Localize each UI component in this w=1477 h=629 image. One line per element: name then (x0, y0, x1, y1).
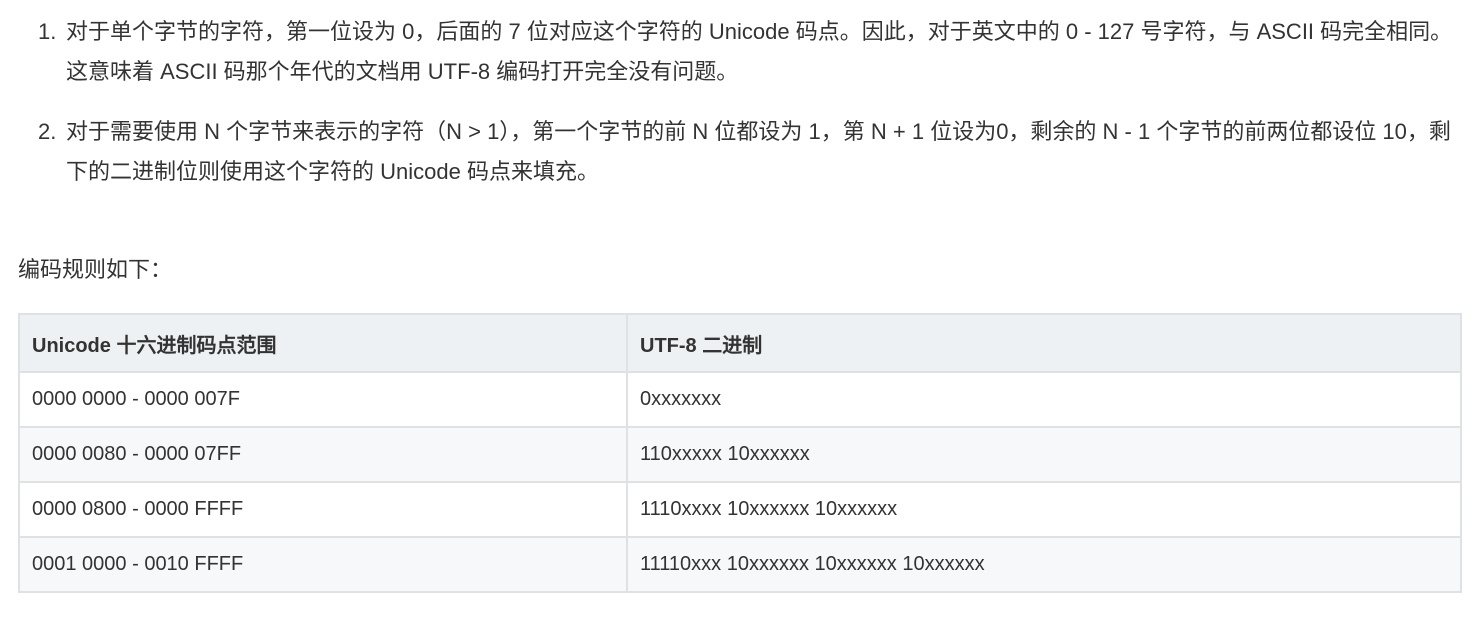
table-row: 0000 0000 - 0000 007F 0xxxxxxx (18, 371, 1462, 428)
rule-number: 1. (38, 19, 57, 44)
unicode-range-cell: 0000 0000 - 0000 007F (18, 371, 628, 428)
encoding-rules-intro: 编码规则如下： (18, 257, 173, 282)
utf8-binary-cell: 0xxxxxxx (626, 371, 1462, 428)
column-header-utf8-binary: UTF-8 二进制 (626, 313, 1462, 373)
column-header-unicode-range: Unicode 十六进制码点范围 (18, 313, 628, 373)
utf8-encoding-table: Unicode 十六进制码点范围 UTF-8 二进制 0000 0000 - 0… (18, 313, 1462, 593)
unicode-range-cell: 0000 0800 - 0000 FFFF (18, 481, 628, 538)
unicode-range-cell: 0000 0080 - 0000 07FF (18, 426, 628, 483)
rule-text: 对于单个字节的字符，第一位设为 0，后面的 7 位对应这个字符的 Unicode… (66, 19, 1453, 84)
rule-text: 对于需要使用 N 个字节来表示的字符（N > 1），第一个字节的前 N 位都设为… (66, 119, 1451, 184)
table-header-row: Unicode 十六进制码点范围 UTF-8 二进制 (18, 313, 1462, 373)
unicode-range-cell: 0001 0000 - 0010 FFFF (18, 536, 628, 593)
table-row: 0001 0000 - 0010 FFFF 11110xxx 10xxxxxx … (18, 536, 1462, 593)
rule-number: 2. (38, 119, 57, 144)
table-row: 0000 0080 - 0000 07FF 110xxxxx 10xxxxxx (18, 426, 1462, 483)
utf8-binary-cell: 110xxxxx 10xxxxxx (626, 426, 1462, 483)
utf8-binary-cell: 11110xxx 10xxxxxx 10xxxxxx 10xxxxxx (626, 536, 1462, 593)
table-row: 0000 0800 - 0000 FFFF 1110xxxx 10xxxxxx … (18, 481, 1462, 538)
utf8-binary-cell: 1110xxxx 10xxxxxx 10xxxxxx (626, 481, 1462, 538)
document-page: 1. 对于单个字节的字符，第一位设为 0，后面的 7 位对应这个字符的 Unic… (0, 0, 1477, 629)
